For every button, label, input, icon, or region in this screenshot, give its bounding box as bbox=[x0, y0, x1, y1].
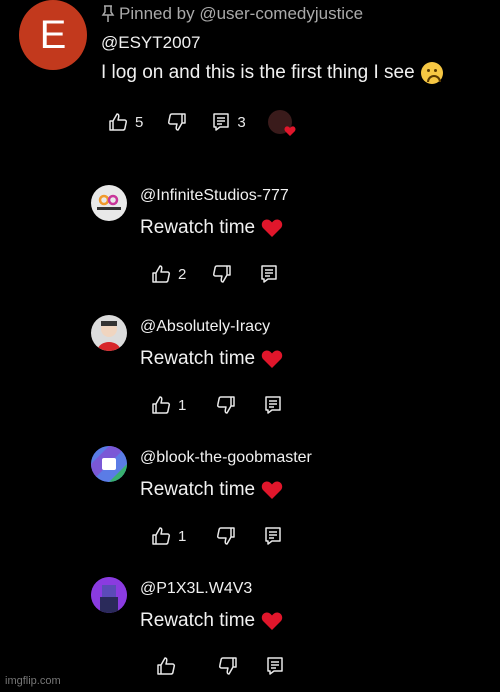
reply-text-content: Rewatch time bbox=[140, 217, 256, 238]
red-heart-icon bbox=[261, 219, 283, 237]
dislike-icon[interactable] bbox=[218, 656, 238, 676]
pinned-label: Pinned by @user-comedyjustice bbox=[101, 4, 363, 24]
reply-icon[interactable] bbox=[263, 395, 283, 415]
pinned-text: Pinned by @user-comedyjustice bbox=[119, 4, 364, 23]
pixel-character-avatar-icon bbox=[91, 577, 127, 613]
dislike-icon[interactable] bbox=[212, 264, 232, 284]
avatar[interactable]: E bbox=[19, 0, 87, 70]
like-count: 1 bbox=[178, 396, 187, 414]
dislike-icon[interactable] bbox=[216, 395, 236, 415]
reply-author[interactable]: @InfiniteStudios-777 bbox=[140, 187, 289, 205]
red-heart-icon bbox=[261, 481, 283, 499]
reply-avatar[interactable] bbox=[91, 315, 127, 351]
like-icon[interactable] bbox=[151, 526, 171, 546]
reply-avatar[interactable] bbox=[91, 446, 127, 482]
reply-avatar[interactable] bbox=[91, 185, 127, 221]
avatar-letter: E bbox=[39, 12, 67, 57]
comment-author[interactable]: @ESYT2007 bbox=[101, 33, 200, 53]
reply-avatar[interactable] bbox=[91, 577, 127, 613]
reply-count: 3 bbox=[237, 113, 246, 131]
reply-text: Rewatch time bbox=[140, 610, 283, 632]
reply-actions: 1 bbox=[151, 526, 283, 546]
pin-icon bbox=[101, 5, 115, 22]
like-icon[interactable] bbox=[151, 395, 171, 415]
like-icon[interactable] bbox=[108, 112, 128, 132]
reply-text: Rewatch time bbox=[140, 217, 283, 239]
blook-avatar-icon bbox=[91, 446, 127, 482]
like-count: 1 bbox=[178, 527, 187, 545]
like-icon[interactable] bbox=[151, 264, 171, 284]
frown-emoji-icon bbox=[420, 62, 443, 84]
reply-text-content: Rewatch time bbox=[140, 610, 256, 631]
dislike-icon[interactable] bbox=[167, 112, 187, 132]
reply-icon[interactable] bbox=[211, 112, 231, 132]
comment-text: I log on and this is the first thing I s… bbox=[101, 62, 443, 84]
like-icon[interactable] bbox=[156, 656, 176, 676]
like-count: 5 bbox=[135, 113, 144, 131]
comment-text-content: I log on and this is the first thing I s… bbox=[101, 62, 415, 83]
reply-author[interactable]: @P1X3L.W4V3 bbox=[140, 580, 252, 598]
reply-icon[interactable] bbox=[265, 656, 285, 676]
reply-actions: 2 bbox=[151, 264, 279, 284]
reply-text: Rewatch time bbox=[140, 479, 283, 501]
comment-actions: 5 3 bbox=[108, 110, 296, 136]
dislike-icon[interactable] bbox=[216, 526, 236, 546]
reply-author[interactable]: @Absolutely-Iracy bbox=[140, 318, 270, 336]
reply-author[interactable]: @blook-the-goobmaster bbox=[140, 449, 312, 467]
watermark: imgflip.com bbox=[5, 675, 61, 687]
like-count: 2 bbox=[178, 265, 187, 283]
infinite-studio-logo-icon bbox=[97, 194, 121, 210]
reply-text-content: Rewatch time bbox=[140, 479, 256, 500]
reply-icon[interactable] bbox=[263, 526, 283, 546]
heart-icon bbox=[284, 126, 296, 136]
reply-text-content: Rewatch time bbox=[140, 348, 256, 369]
reply-text: Rewatch time bbox=[140, 348, 283, 370]
reply-icon[interactable] bbox=[259, 264, 279, 284]
reply-actions bbox=[156, 656, 285, 676]
red-heart-icon bbox=[261, 350, 283, 368]
red-heart-icon bbox=[261, 612, 283, 630]
reply-actions: 1 bbox=[151, 395, 283, 415]
character-avatar-icon bbox=[97, 321, 121, 351]
creator-heart-badge bbox=[267, 110, 296, 136]
